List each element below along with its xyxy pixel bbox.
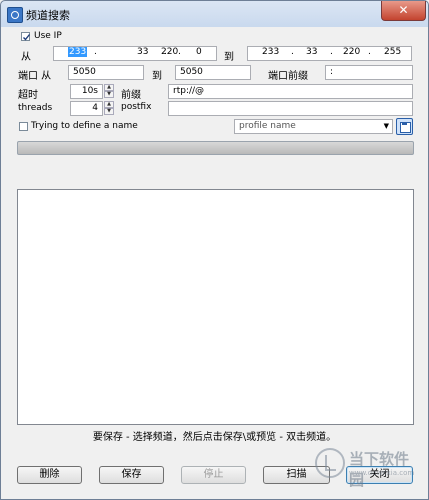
app-icon [7,7,23,23]
port-prefix-field[interactable]: : [325,65,413,80]
prefix-field[interactable]: rtp://@ [168,84,413,99]
port-to-field[interactable]: 5050 [175,65,251,80]
ip-separator: . [94,47,97,57]
threads-field[interactable]: 4 [70,101,103,116]
profile-name-select[interactable]: profile name ▼ [234,119,393,134]
port-from-label: 端口 从 [18,71,52,82]
save-button[interactable]: 保存 [99,466,164,484]
check-icon [23,34,31,41]
ip-separator: . [291,47,294,57]
instruction-text: 要保存 - 选择频道，然后点击保存\或预览 - 双击频道。 [92,432,337,443]
ip-to-octet-2[interactable]: 33 [306,47,317,57]
to-label: 到 [224,52,234,63]
define-name-label: Trying to define a name [31,121,138,131]
port-from-field[interactable]: 5050 [68,65,144,80]
spin-down-icon[interactable]: ▼ [104,91,114,98]
timeout-label: 超时 [18,90,38,101]
delete-button[interactable]: 删除 [17,466,82,484]
ip-separator: . [368,47,371,57]
postfix-field[interactable] [168,101,413,116]
spin-down-icon[interactable]: ▼ [104,108,114,115]
window-title: 频道搜索 [26,9,70,22]
timeout-spinner[interactable]: ▲ ▼ [104,84,114,99]
port-prefix-label: 端口前缀 [268,71,308,82]
spin-up-icon[interactable]: ▲ [104,84,114,91]
ip-to-octet-4[interactable]: 255 [384,47,401,57]
watermark-icon [315,448,345,478]
watermark-logo: 当下软件园 www.downxia.com [315,446,415,489]
ip-from-octet-3[interactable]: 220 [161,47,178,57]
prefix-label: 前缀 [121,90,141,101]
postfix-label: postfix [121,102,152,112]
ip-from-octet-1[interactable]: 233 [68,47,88,57]
threads-label: threads [18,103,53,113]
timeout-field[interactable]: 10s [70,84,103,99]
watermark-url: www.downxia.com [349,469,415,477]
channel-list[interactable] [17,189,414,425]
ip-from-octet-4[interactable]: 0 [196,47,202,57]
profile-name-value: profile name [239,121,296,131]
ip-to-octet-3[interactable]: 220 [343,47,360,57]
stop-button[interactable]: 停止 [181,466,246,484]
port-to-label: 到 [152,71,162,82]
dropdown-arrow-icon[interactable]: ▼ [384,120,389,133]
spin-up-icon[interactable]: ▲ [104,101,114,108]
ip-from-octet-2[interactable]: 33 [137,47,148,57]
define-name-checkbox[interactable] [19,122,28,131]
ip-separator: . [330,47,333,57]
ip-to-octet-1[interactable]: 233 [262,47,279,57]
scan-progress-bar [17,141,414,155]
from-label: 从 [21,52,31,63]
ip-separator: . [178,47,181,57]
save-profile-icon[interactable] [396,118,413,135]
use-ip-label: Use IP [34,31,62,41]
use-ip-checkbox[interactable] [21,32,31,41]
threads-spinner[interactable]: ▲ ▼ [104,101,114,116]
title-bar[interactable]: 频道搜索 ✕ [1,1,428,27]
close-window-button[interactable]: ✕ [381,1,426,21]
